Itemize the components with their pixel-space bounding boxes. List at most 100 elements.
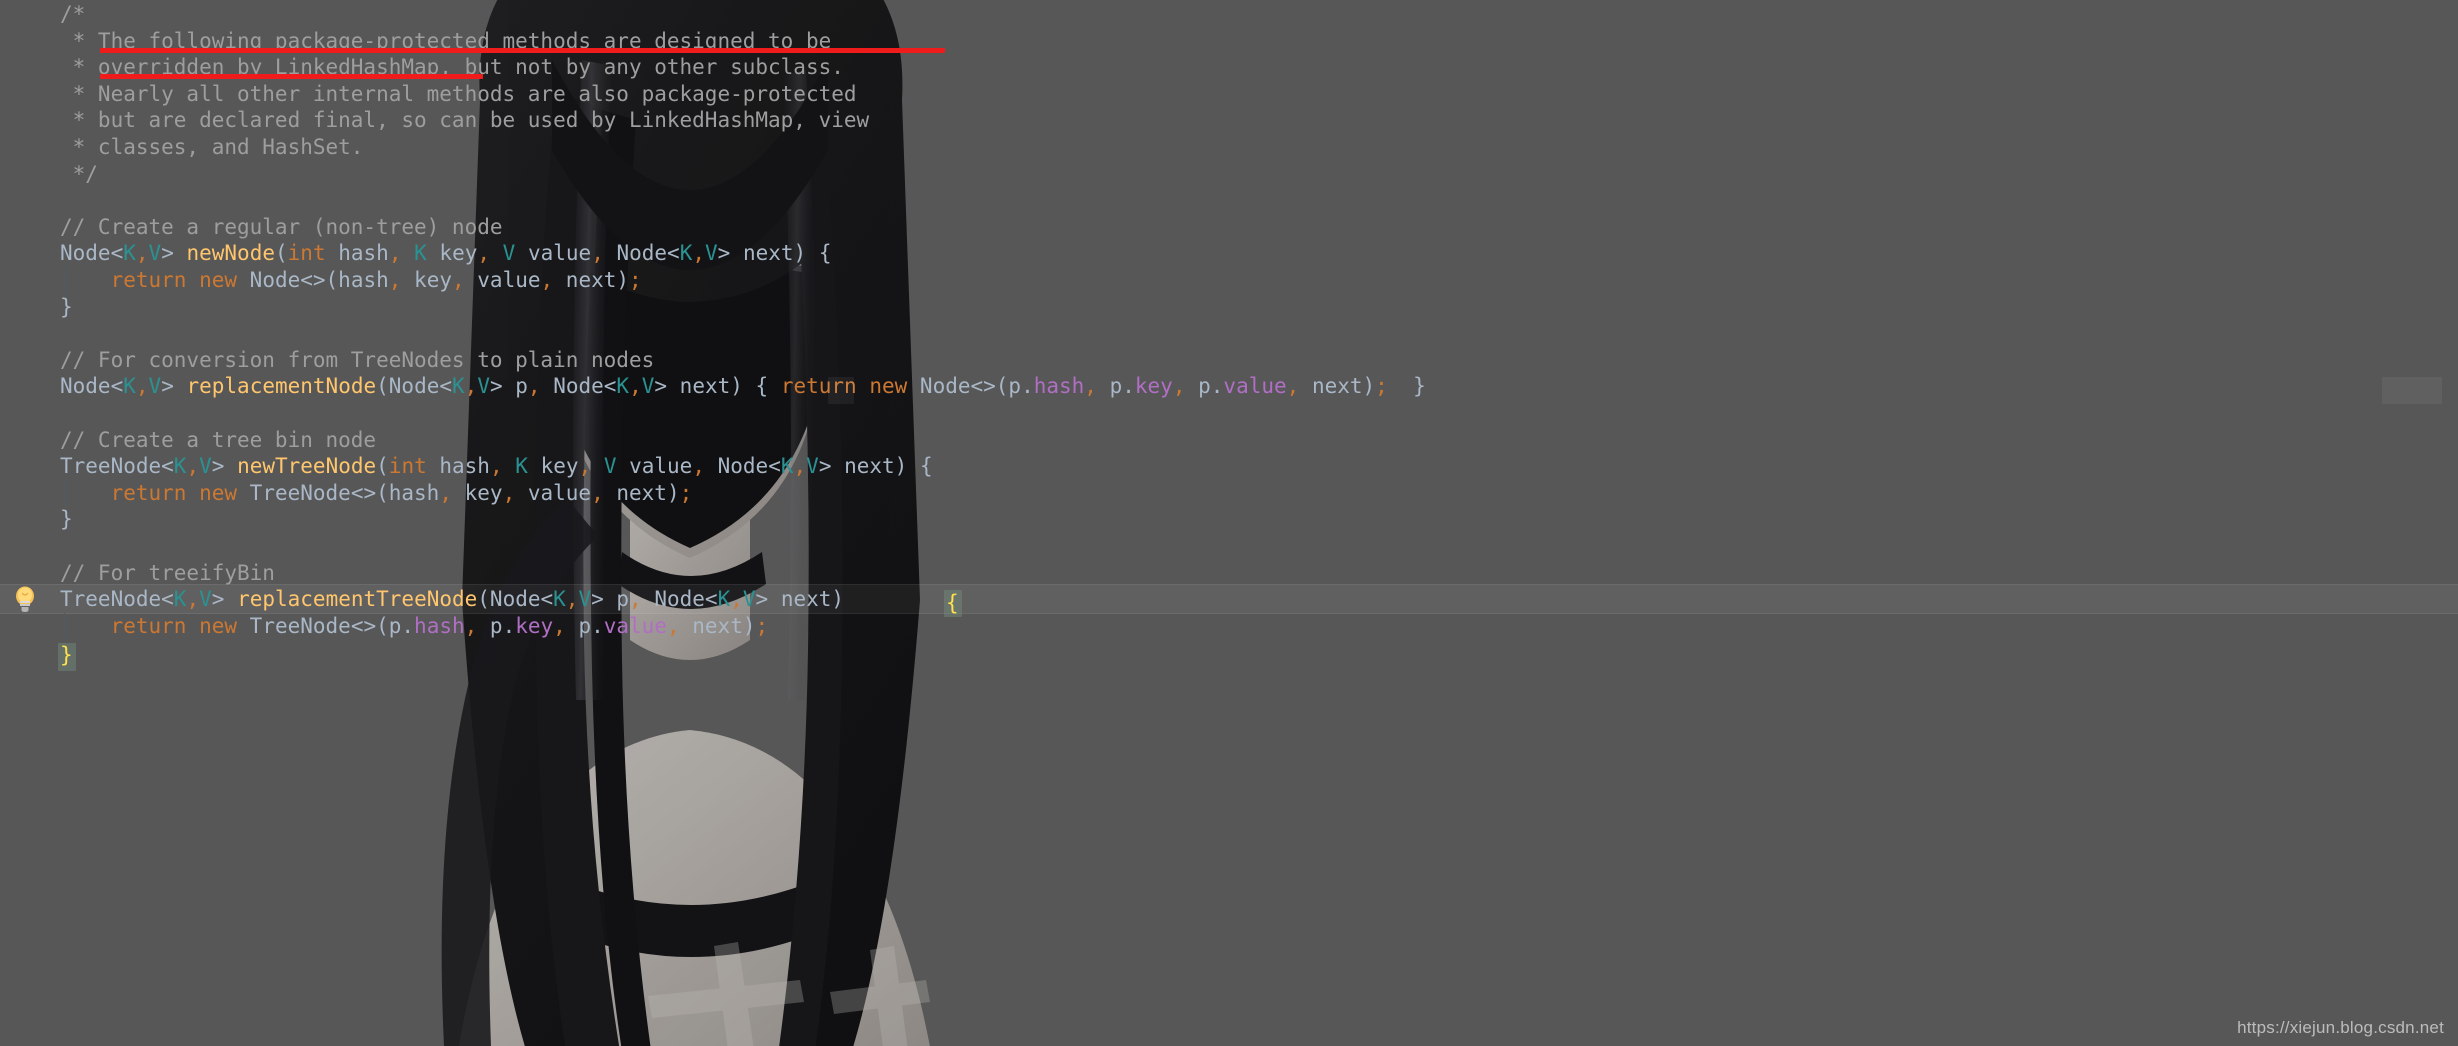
red-underline-1 [100,48,945,53]
code-token: V [148,374,162,399]
code-token: } [1387,374,1426,399]
code-token: hash [325,241,389,266]
code-line[interactable]: TreeNode<K,V> newTreeNode(int hash, K ke… [0,453,2458,480]
code-line[interactable]: return new Node<>(hash, key, value, next… [0,267,2458,294]
code-token: Node<>(hash [237,268,389,292]
code-token: K [553,587,566,612]
code-line[interactable] [0,320,2458,347]
code-line[interactable] [0,187,2458,214]
code-token: next) [603,480,680,505]
code-token: (Node< [477,587,554,612]
code-token: , [135,374,149,399]
code-token: TreeNode< [60,587,174,612]
code-token: V [502,241,516,266]
code-token: > [211,587,238,612]
code-token: > next) { [717,241,832,266]
code-token: newTreeNode [237,454,377,479]
code-editor[interactable]: /* * The following package-protected met… [0,0,2458,1046]
code-token: K [780,454,794,479]
code-line[interactable]: // For conversion from TreeNodes to plai… [0,347,2458,374]
code-token: p. [477,613,516,638]
code-token: , [1172,374,1186,399]
code-token: , [730,587,743,612]
code-token: , [629,374,642,399]
code-token: newNode [186,241,275,266]
code-token: ( [275,241,288,266]
code-token: , [489,454,503,479]
code-token: Node< [603,241,680,266]
code-token: new [199,480,238,505]
code-token: , [591,480,604,505]
code-line[interactable]: /* [0,1,2458,28]
lightbulb-icon[interactable] [12,585,38,615]
code-line[interactable]: * Nearly all other internal methods are … [0,81,2458,108]
code-token: * but are declared final, so can be used… [60,108,870,133]
brace-match-close-glyph: } [60,643,73,667]
code-token: , [477,241,491,266]
code-token: value [515,480,592,505]
code-token: return [110,613,187,638]
code-token: hash [1033,374,1085,399]
code-token: K [452,374,465,399]
code-token: , [692,241,706,266]
code-token: V [641,374,655,399]
code-token: > [161,241,187,266]
code-token: * classes, and HashSet. [60,135,364,159]
code-line[interactable]: return new TreeNode<>(hash, key, value, … [0,479,2458,507]
code-line[interactable]: // Create a regular (non-tree) node [0,214,2458,241]
code-line[interactable]: } [0,506,2458,533]
code-token: // For conversion from TreeNodes to plai… [60,347,655,372]
code-token: , [388,268,402,292]
code-token: , [502,480,516,505]
code-line[interactable]: // Create a tree bin node [0,427,2458,454]
code-line[interactable] [0,533,2458,560]
code-token: K [414,241,427,266]
indent-guide [64,267,65,294]
code-token: , [629,587,642,612]
code-token: next) [1299,374,1376,399]
code-token: Node< [704,454,781,479]
code-token: next) [679,613,756,638]
brace-highlight-open-replacementnode [828,377,854,404]
code-token: */ [60,161,98,186]
code-line[interactable]: * but are declared final, so can be used… [0,107,2458,134]
code-token: K [679,241,693,266]
code-line[interactable]: * classes, and HashSet. [0,134,2458,161]
code-token: Node< [60,241,124,266]
code-line[interactable]: } [0,294,2458,321]
code-token: Node<>(p. [907,374,1034,399]
code-line[interactable]: // For treeifyBin [0,560,2458,587]
code-token: V [578,587,592,612]
code-line[interactable]: */ [0,161,2458,188]
code-line[interactable] [0,639,2458,666]
code-token: , [464,613,478,638]
code-token: , [527,374,541,399]
code-line[interactable]: TreeNode<K,V> replacementTreeNode(Node<K… [0,586,2458,613]
code-token: , [591,241,604,266]
code-token: value [464,268,541,292]
code-token: V [199,454,212,479]
red-underline-2 [100,74,483,79]
code-token: replacementTreeNode [237,587,478,612]
code-token: , [1286,374,1300,399]
code-token: V [603,454,617,479]
code-token: , [135,241,149,266]
code-text-area[interactable]: /* * The following package-protected met… [0,0,2458,1046]
code-line[interactable]: Node<K,V> replacementNode(Node<K,V> p, N… [0,373,2458,400]
code-token: V [477,374,490,399]
indent-guide [64,479,65,507]
code-token: // Create a regular (non-tree) node [60,214,503,239]
code-line[interactable] [0,400,2458,427]
code-token: K [173,454,187,479]
code-line[interactable]: return new TreeNode<>(p.hash, p.key, p.v… [0,612,2458,640]
code-token: /* [60,2,86,26]
code-line[interactable]: Node<K,V> newNode(int hash, K key, V val… [0,240,2458,267]
